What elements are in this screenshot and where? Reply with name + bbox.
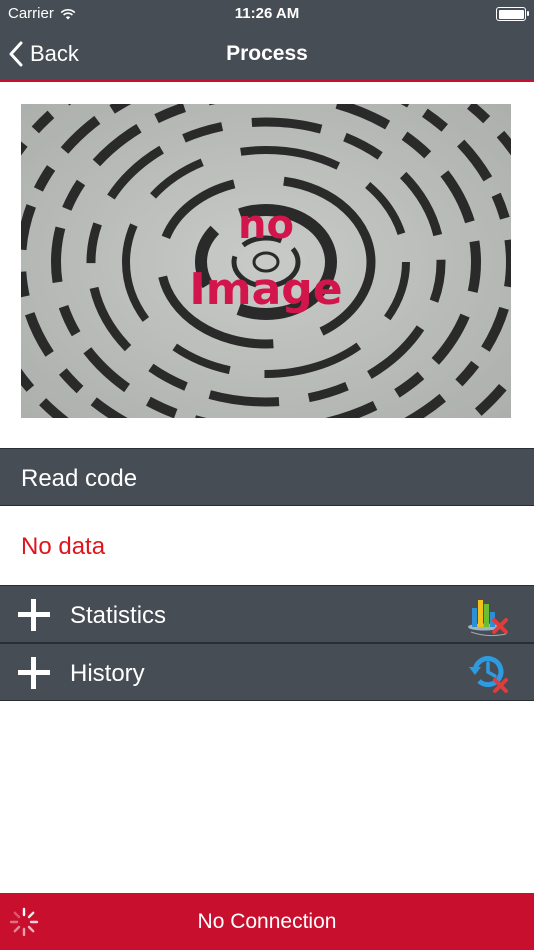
read-code-header: Read code bbox=[0, 448, 534, 506]
history-disabled-icon[interactable] bbox=[466, 650, 512, 696]
expand-plus-icon bbox=[18, 657, 50, 689]
water-ripple-graphic bbox=[21, 104, 511, 418]
battery-fill bbox=[498, 9, 524, 19]
header: Carrier 11:26 AM Back Process bbox=[0, 0, 534, 82]
connection-status-label: No Connection bbox=[197, 910, 337, 933]
status-time: 11:26 AM bbox=[234, 5, 300, 22]
process-screen: Carrier 11:26 AM Back Process no Image R… bbox=[0, 0, 534, 950]
placeholder-text-no: no bbox=[238, 202, 294, 248]
read-code-title: Read code bbox=[21, 465, 138, 492]
history-label: History bbox=[70, 660, 145, 687]
connection-status-bar: No Connection bbox=[0, 893, 534, 950]
nav-bar: Back Process bbox=[0, 28, 534, 80]
expand-plus-icon bbox=[18, 599, 50, 631]
statistics-label: Statistics bbox=[70, 602, 167, 629]
no-image-placeholder: no Image bbox=[21, 104, 511, 418]
page-title: Process bbox=[226, 42, 308, 65]
battery-icon bbox=[496, 7, 529, 21]
statistics-disabled-icon[interactable] bbox=[466, 592, 512, 638]
statistics-section[interactable]: Statistics bbox=[0, 585, 534, 643]
status-bar: Carrier 11:26 AM bbox=[0, 0, 534, 28]
read-code-value: No data bbox=[21, 533, 106, 560]
placeholder-text-image: Image bbox=[189, 264, 343, 315]
history-section[interactable]: History bbox=[0, 643, 534, 701]
